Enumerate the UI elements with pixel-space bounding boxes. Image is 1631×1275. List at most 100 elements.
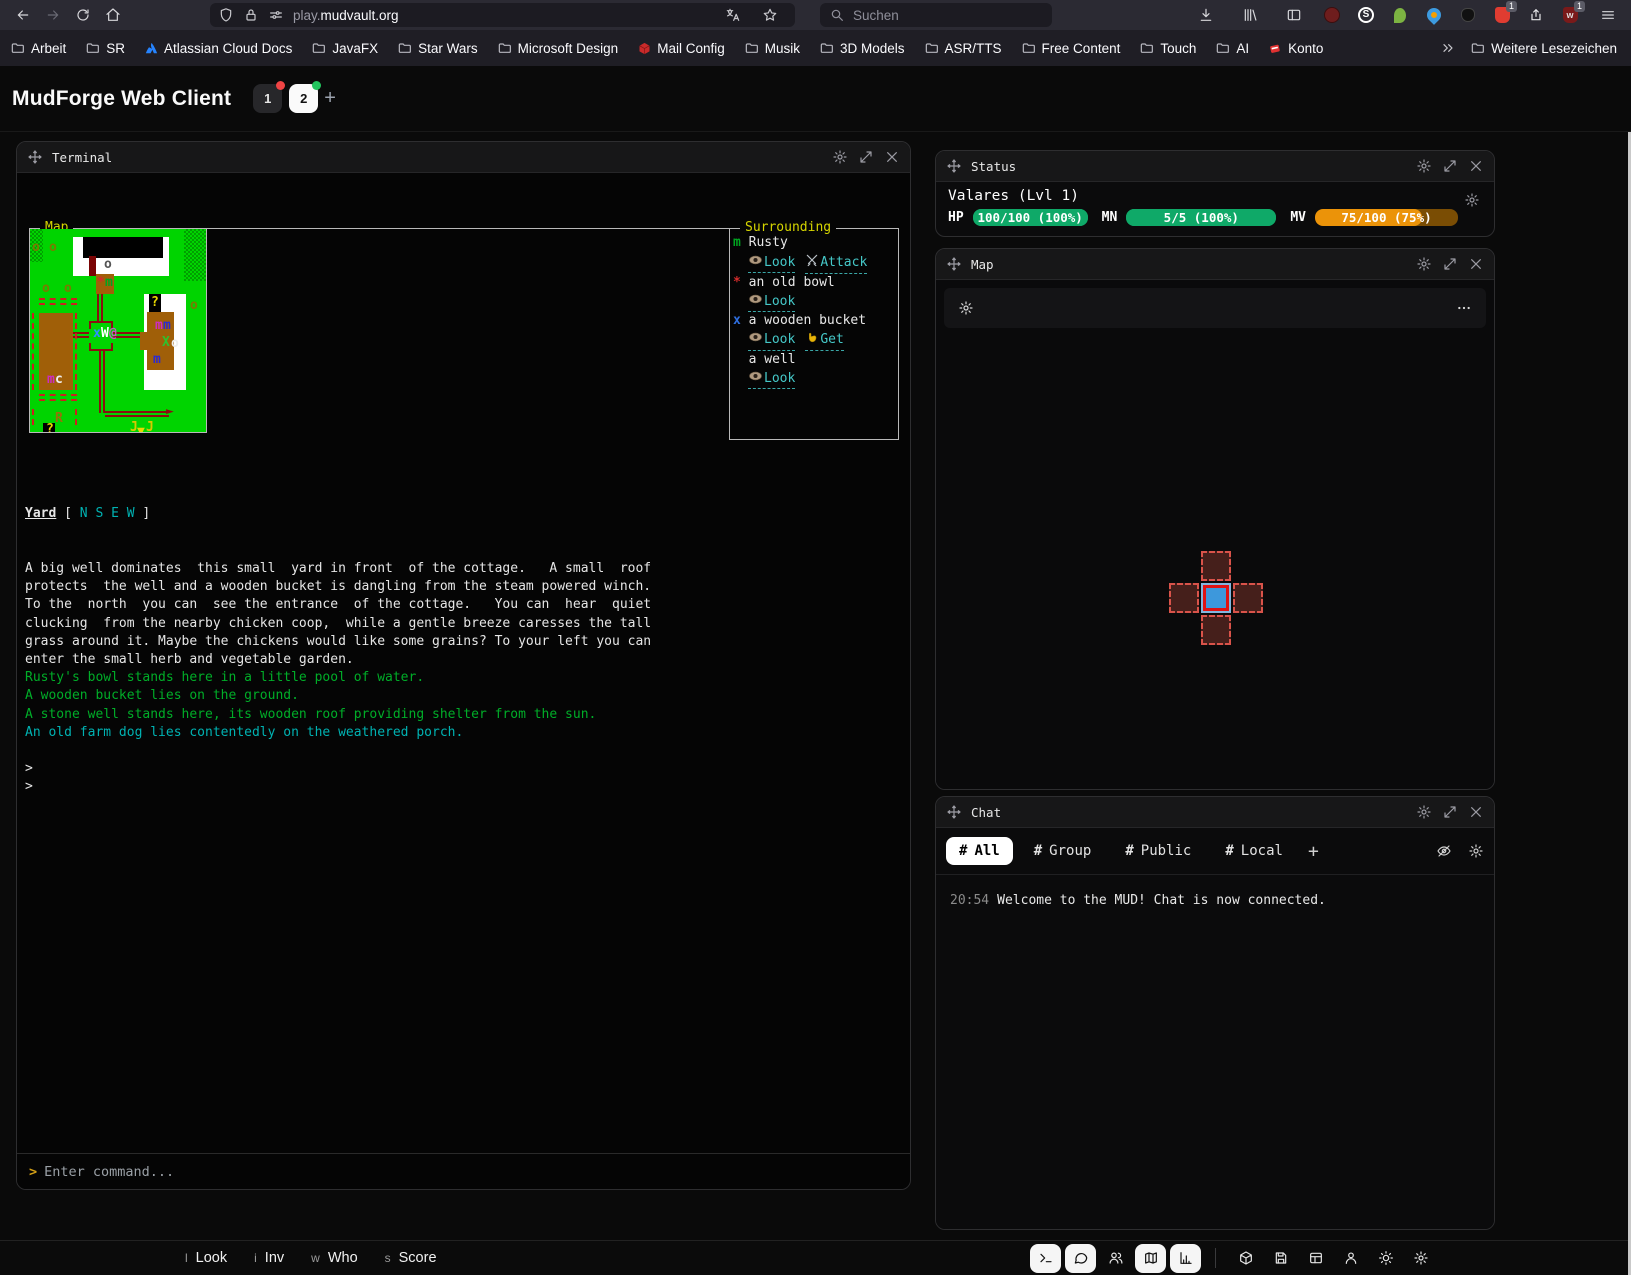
extension-scircle-icon[interactable]: S [1357, 6, 1375, 24]
bookmark-item[interactable]: Arbeit [10, 40, 66, 56]
bookmark-item[interactable]: Star Wars [397, 40, 478, 56]
command-input[interactable]: Enter command... [44, 1164, 174, 1180]
session-tab-2[interactable]: 2 [289, 84, 318, 113]
bookmark-item[interactable]: Free Content [1021, 40, 1121, 56]
look-action-link[interactable]: Look [748, 254, 795, 274]
room-cell-south[interactable] [1201, 615, 1231, 645]
save-button[interactable] [1265, 1244, 1296, 1273]
look-action-link[interactable]: Look [748, 293, 795, 313]
session-tab-1[interactable]: 1 [253, 84, 282, 113]
close-icon[interactable] [884, 149, 900, 165]
map-settings-icon[interactable] [958, 300, 974, 316]
toggle-map-panel[interactable] [1135, 1244, 1166, 1273]
map-canvas[interactable] [936, 336, 1494, 789]
extension-demon-icon[interactable] [1323, 6, 1341, 24]
room-cell-north[interactable] [1201, 551, 1231, 581]
terminal-panel-header[interactable]: Terminal [17, 142, 910, 173]
gear-icon[interactable] [1416, 158, 1432, 174]
gear-button[interactable] [1405, 1244, 1436, 1273]
room-cell-current[interactable] [1201, 583, 1231, 613]
bookmark-item[interactable]: Microsoft Design [497, 40, 619, 56]
score-button[interactable]: sScore [385, 1250, 437, 1266]
extension-leaf-icon[interactable] [1391, 6, 1409, 24]
extension-pin-icon[interactable] [1425, 6, 1443, 24]
bookmark-item[interactable]: ASR/TTS [924, 40, 1002, 56]
close-icon[interactable] [1468, 804, 1484, 820]
extension-shield-red-icon[interactable]: 1 [1493, 6, 1511, 24]
bookmark-item[interactable]: Musik [744, 40, 800, 56]
bookmark-item[interactable]: JavaFX [311, 40, 378, 56]
back-icon[interactable] [8, 3, 38, 27]
bookmark-item[interactable]: Konto [1268, 41, 1323, 56]
bookmark-star-icon[interactable] [762, 7, 778, 23]
status-gear-icon[interactable] [1464, 192, 1480, 213]
close-icon[interactable] [1468, 256, 1484, 272]
ellipsis-icon[interactable] [1456, 300, 1472, 316]
move-icon[interactable] [946, 256, 962, 272]
close-icon[interactable] [1468, 158, 1484, 174]
chat-tab-public[interactable]: #Public [1112, 837, 1204, 865]
command-input-row[interactable]: > Enter command... [17, 1153, 910, 1189]
sun-button[interactable] [1370, 1244, 1401, 1273]
lock-icon[interactable] [243, 7, 259, 23]
person-button[interactable] [1335, 1244, 1366, 1273]
extension-shield-dark-icon[interactable]: w1 [1561, 6, 1579, 24]
status-panel-header[interactable]: Status [936, 151, 1494, 182]
bookmark-item[interactable]: 3D Models [819, 40, 905, 56]
look-button[interactable]: lLook [185, 1250, 227, 1266]
get-action-link[interactable]: Get [805, 331, 843, 352]
toggle-chart-panel[interactable] [1170, 1244, 1201, 1273]
downloads-icon[interactable] [1191, 3, 1221, 27]
gear-icon[interactable] [832, 149, 848, 165]
chat-settings-icon[interactable] [1468, 843, 1484, 859]
attack-action-link[interactable]: Attack [805, 253, 867, 275]
translate-icon[interactable] [725, 7, 741, 23]
gear-icon[interactable] [1416, 256, 1432, 272]
chat-tab-local[interactable]: #Local [1212, 837, 1296, 865]
toggle-terminal-panel[interactable] [1030, 1244, 1061, 1273]
room-cell-west[interactable] [1169, 583, 1199, 613]
expand-icon[interactable] [1442, 158, 1458, 174]
add-session-tab-button[interactable]: + [324, 87, 336, 110]
terminal-body[interactable]: Map oooooo*mxW@mmXommcR??JJ▼► Surroundin… [17, 173, 910, 1189]
library-icon[interactable] [1235, 3, 1265, 27]
expand-icon[interactable] [1442, 256, 1458, 272]
bookmark-item[interactable]: Mail Config [637, 41, 725, 56]
chat-tab-all[interactable]: #All [946, 837, 1013, 865]
bookmark-item[interactable]: AI [1215, 40, 1249, 56]
chat-tab-group[interactable]: #Group [1021, 837, 1105, 865]
layout-button[interactable] [1300, 1244, 1331, 1273]
menu-icon[interactable] [1593, 3, 1623, 27]
room-cell-east[interactable] [1233, 583, 1263, 613]
extension-share-icon[interactable] [1527, 6, 1545, 24]
move-icon[interactable] [946, 804, 962, 820]
reload-icon[interactable] [68, 3, 98, 27]
look-action-link[interactable]: Look [748, 370, 795, 390]
add-chat-tab-button[interactable]: + [1304, 841, 1323, 862]
bookmark-item[interactable]: SR [85, 40, 125, 56]
extension-paw-icon[interactable] [1459, 6, 1477, 24]
bookmark-item[interactable]: Touch [1139, 40, 1196, 56]
expand-icon[interactable] [858, 149, 874, 165]
chevrons-right-icon[interactable] [1440, 40, 1456, 56]
home-icon[interactable] [98, 3, 128, 27]
url-bar[interactable]: play.mudvault.org [210, 3, 795, 27]
permissions-icon[interactable] [268, 7, 284, 23]
toggle-users-panel[interactable] [1100, 1244, 1131, 1273]
sidebar-icon[interactable] [1279, 3, 1309, 27]
map-panel-header[interactable]: Map [936, 249, 1494, 280]
package-button[interactable] [1230, 1244, 1261, 1273]
bookmark-more[interactable]: Weitere Lesezeichen [1470, 40, 1617, 56]
bookmark-item[interactable]: Atlassian Cloud Docs [144, 41, 292, 56]
expand-icon[interactable] [1442, 804, 1458, 820]
inv-button[interactable]: iInv [254, 1250, 284, 1266]
hide-icon[interactable] [1436, 843, 1452, 859]
move-icon[interactable] [946, 158, 962, 174]
who-button[interactable]: wWho [311, 1250, 358, 1266]
chat-panel-header[interactable]: Chat [936, 797, 1494, 828]
look-action-link[interactable]: Look [748, 331, 795, 351]
shield-icon[interactable] [218, 7, 234, 23]
toggle-chat-panel[interactable] [1065, 1244, 1096, 1273]
search-input[interactable]: Suchen [820, 3, 1052, 27]
gear-icon[interactable] [1416, 804, 1432, 820]
